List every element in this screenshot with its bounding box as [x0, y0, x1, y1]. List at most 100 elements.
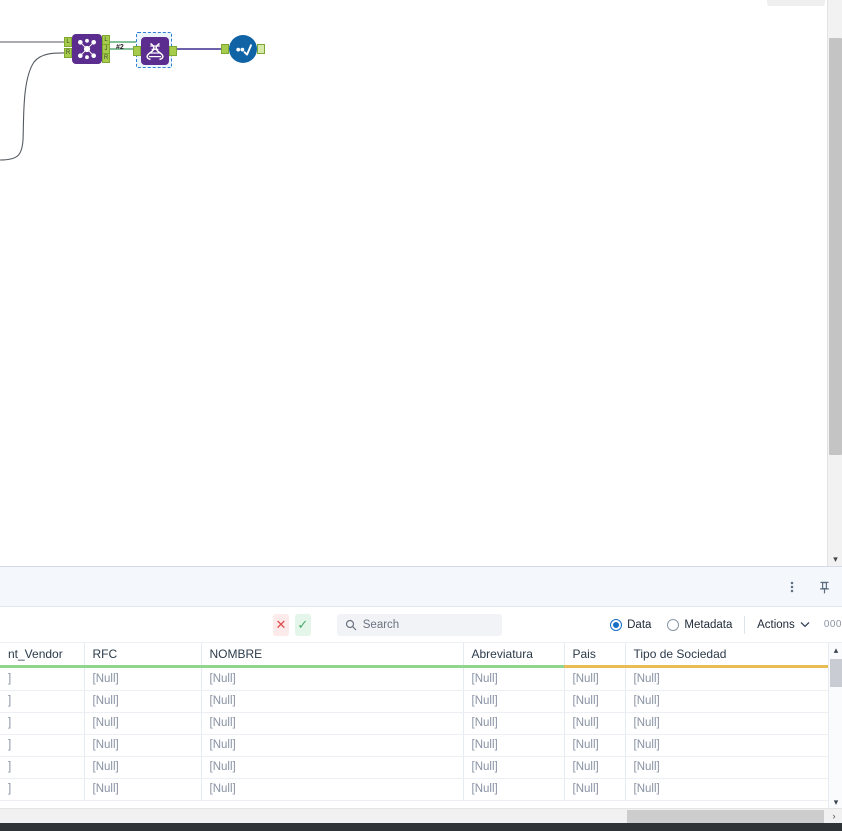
pin-icon[interactable]: [814, 577, 834, 597]
column-header-0[interactable]: nt_Vendor: [0, 643, 85, 665]
join-input-port-right-label: R: [65, 50, 71, 56]
table-cell-r0-c2[interactable]: [Null]: [201, 668, 464, 691]
table-cell-r5-c4[interactable]: [Null]: [564, 778, 626, 801]
connection-line-curve[interactable]: [0, 52, 69, 161]
search-input[interactable]: Search: [336, 613, 503, 636]
workflow-canvas[interactable]: #2 L R L J R: [0, 0, 827, 566]
transpose-icon: [146, 42, 164, 61]
table-cell-r1-c3[interactable]: [Null]: [463, 690, 565, 713]
transpose-tool-body[interactable]: [141, 37, 169, 65]
table-cell-r1-c0[interactable]: ]: [0, 690, 85, 713]
radio-data[interactable]: Data: [610, 618, 651, 631]
canvas-vertical-scrollbar[interactable]: ▾: [827, 0, 842, 566]
table-cell-r5-c5[interactable]: [Null]: [625, 778, 829, 801]
table-head: nt_Vendor RFC NOMBRE Abreviatura Pais Tipo de…: [0, 643, 829, 668]
table-cell-r4-c2[interactable]: [Null]: [201, 756, 464, 779]
table-cell-r3-c5[interactable]: [Null]: [625, 734, 829, 757]
window-bottom-bar: [0, 823, 842, 831]
column-header-5[interactable]: Tipo de Sociedad: [625, 643, 829, 665]
table-cell-r0-c1[interactable]: [Null]: [84, 668, 202, 691]
browse-input-port[interactable]: [221, 44, 229, 54]
radio-metadata-label: Metadata: [684, 618, 733, 631]
canvas-top-nub: [767, 0, 825, 6]
kebab-menu-icon[interactable]: [782, 577, 802, 597]
table-cell-r3-c1[interactable]: [Null]: [84, 734, 202, 757]
radio-metadata-dot[interactable]: [667, 618, 680, 631]
table-cell-r5-c2[interactable]: [Null]: [201, 778, 464, 801]
confirm-button[interactable]: ✓: [294, 613, 311, 636]
horizontal-scroll-right-arrow[interactable]: ›: [827, 809, 841, 824]
table-cell-r1-c2[interactable]: [Null]: [201, 690, 464, 713]
record-counter: 000: [823, 619, 842, 630]
table-row[interactable]: ] [Null] [Null] [Null] [Null] [Null]: [0, 734, 829, 757]
results-table: nt_Vendor RFC NOMBRE Abreviatura Pais Tipo de…: [0, 643, 829, 801]
table-cell-r2-c3[interactable]: [Null]: [463, 712, 565, 735]
grid-scroll-down-arrow[interactable]: ▾: [829, 795, 842, 809]
table-cell-r3-c3[interactable]: [Null]: [463, 734, 565, 757]
transpose-output-port[interactable]: [169, 46, 177, 56]
join-output-port-r-label: R: [103, 55, 109, 61]
column-header-1[interactable]: RFC: [84, 643, 202, 665]
table-header-row: nt_Vendor RFC NOMBRE Abreviatura Pais Tipo de…: [0, 643, 829, 665]
horizontal-scrollbar[interactable]: ›: [0, 808, 842, 823]
actions-dropdown[interactable]: Actions: [757, 619, 810, 631]
table-cell-r4-c3[interactable]: [Null]: [463, 756, 565, 779]
table-cell-r4-c1[interactable]: [Null]: [84, 756, 202, 779]
table-cell-r0-c4[interactable]: [Null]: [564, 668, 626, 691]
table-cell-r2-c5[interactable]: [Null]: [625, 712, 829, 735]
table-cell-r0-c5[interactable]: [Null]: [625, 668, 829, 691]
table-cell-r4-c0[interactable]: ]: [0, 756, 85, 779]
table-cell-r1-c5[interactable]: [Null]: [625, 690, 829, 713]
canvas-connections: [0, 41, 230, 161]
table-row[interactable]: ] [Null] [Null] [Null] [Null] [Null]: [0, 712, 829, 735]
radio-data-dot[interactable]: [610, 618, 623, 631]
application-window: #2 L R L J R ▾ ✕ ✓ Search Data Metadata …: [0, 0, 842, 831]
table-cell-r4-c4[interactable]: [Null]: [564, 756, 626, 779]
table-cell-r1-c1[interactable]: [Null]: [84, 690, 202, 713]
column-header-2[interactable]: NOMBRE: [201, 643, 464, 665]
column-header-3[interactable]: Abreviatura: [463, 643, 565, 665]
results-panel-header: [0, 567, 842, 607]
grid-scroll-up-arrow[interactable]: ▴: [829, 643, 842, 657]
join-icon: [78, 38, 96, 60]
column-header-4[interactable]: Pais: [564, 643, 626, 665]
table-cell-r2-c0[interactable]: ]: [0, 712, 85, 735]
horizontal-scroll-thumb[interactable]: [627, 810, 824, 823]
search-placeholder: Search: [362, 618, 400, 631]
canvas-scroll-thumb[interactable]: [829, 38, 842, 455]
grid-vertical-scrollbar[interactable]: ▴ ▾: [828, 643, 842, 809]
table-cell-r0-c0[interactable]: ]: [0, 668, 85, 691]
results-toolbar: ✕ ✓ Search Data Metadata Actions 000: [0, 607, 842, 643]
browse-output-port[interactable]: [257, 44, 265, 54]
connection-label: #2: [116, 44, 124, 51]
table-cell-r3-c0[interactable]: ]: [0, 734, 85, 757]
transpose-tool-selection[interactable]: [133, 32, 177, 68]
table-cell-r4-c5[interactable]: [Null]: [625, 756, 829, 779]
table-cell-r1-c4[interactable]: [Null]: [564, 690, 626, 713]
join-tool-node[interactable]: L R L J R: [64, 34, 110, 64]
radio-metadata[interactable]: Metadata: [667, 618, 733, 631]
search-icon: [345, 619, 357, 630]
table-cell-r2-c2[interactable]: [Null]: [201, 712, 464, 735]
table-row[interactable]: ] [Null] [Null] [Null] [Null] [Null]: [0, 756, 829, 779]
table-body: ] [Null] [Null] [Null] [Null] [Null]] [Null] [N…: [0, 668, 829, 801]
table-row[interactable]: ] [Null] [Null] [Null] [Null] [Null]: [0, 668, 829, 691]
join-tool-body[interactable]: [72, 34, 102, 64]
table-cell-r2-c4[interactable]: [Null]: [564, 712, 626, 735]
table-cell-r0-c3[interactable]: [Null]: [463, 668, 565, 691]
table-row[interactable]: ] [Null] [Null] [Null] [Null] [Null]: [0, 690, 829, 713]
browse-tool-body[interactable]: [229, 35, 257, 63]
table-cell-r3-c2[interactable]: [Null]: [201, 734, 464, 757]
table-row[interactable]: ] [Null] [Null] [Null] [Null] [Null]: [0, 778, 829, 801]
table-cell-r5-c3[interactable]: [Null]: [463, 778, 565, 801]
table-cell-r2-c1[interactable]: [Null]: [84, 712, 202, 735]
transpose-input-port[interactable]: [133, 46, 141, 56]
browse-tool-node[interactable]: [221, 35, 265, 63]
grid-scroll-thumb[interactable]: [830, 659, 842, 687]
table-cell-r3-c4[interactable]: [Null]: [564, 734, 626, 757]
results-grid[interactable]: nt_Vendor RFC NOMBRE Abreviatura Pais Tipo de…: [0, 643, 842, 809]
table-cell-r5-c1[interactable]: [Null]: [84, 778, 202, 801]
cancel-button[interactable]: ✕: [273, 613, 289, 636]
table-cell-r5-c0[interactable]: ]: [0, 778, 85, 801]
canvas-scroll-down-arrow[interactable]: ▾: [828, 554, 842, 564]
